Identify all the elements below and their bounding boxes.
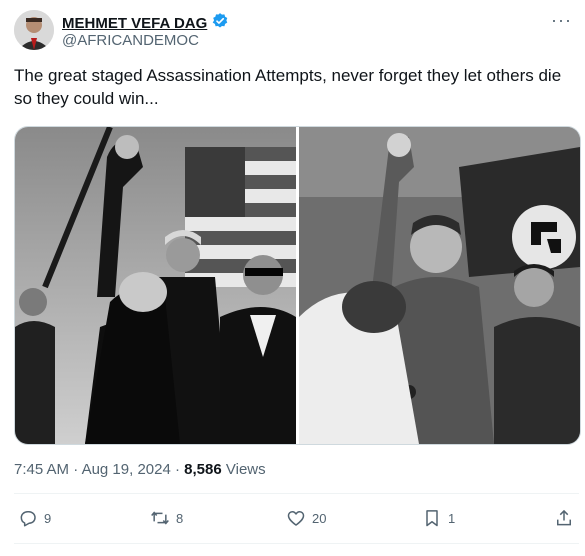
more-options-icon[interactable]: ··· (551, 10, 572, 31)
tweet-text: The great staged Assassination Attempts,… (14, 66, 562, 108)
action-bar: 9 8 20 1 (14, 500, 576, 540)
handle[interactable]: @AFRICANDEMOC (62, 32, 199, 49)
meta-separator: · (73, 461, 82, 478)
repost-icon (151, 511, 169, 525)
verified-badge-icon (211, 12, 229, 35)
divider (14, 543, 579, 544)
repost-count: 8 (176, 510, 184, 526)
avatar[interactable] (14, 10, 54, 50)
photo-rally-raised-fist[interactable] (15, 127, 296, 444)
display-name[interactable]: MEHMET VEFA DAG (62, 15, 207, 32)
bookmark-button[interactable]: 1 (422, 508, 455, 528)
share-icon (557, 509, 571, 526)
tweet-time[interactable]: 7:45 AM (14, 461, 69, 478)
views-label: Views (225, 461, 266, 478)
share-button[interactable] (554, 508, 574, 528)
like-count: 20 (312, 510, 327, 526)
tweet-meta: 7:45 AM · Aug 19, 2024 · 8,586 Views (14, 461, 266, 478)
divider (14, 493, 579, 494)
tweet-date[interactable]: Aug 19, 2024 (82, 461, 171, 478)
views-count: 8,586 (184, 461, 222, 478)
reply-button[interactable]: 9 (18, 508, 51, 528)
bookmark-count: 1 (448, 510, 456, 526)
meta-separator: · (174, 461, 185, 478)
reply-icon (20, 511, 36, 527)
heart-icon (287, 511, 305, 526)
repost-button[interactable]: 8 (150, 508, 183, 528)
bookmark-icon (426, 510, 438, 527)
photo-historical-raised-fist[interactable] (299, 127, 580, 444)
media-grid (14, 126, 581, 445)
tweet-header: MEHMET VEFA DAG @AFRICANDEMOC ··· (14, 10, 574, 54)
reply-count: 9 (44, 510, 52, 526)
like-button[interactable]: 20 (286, 508, 326, 528)
